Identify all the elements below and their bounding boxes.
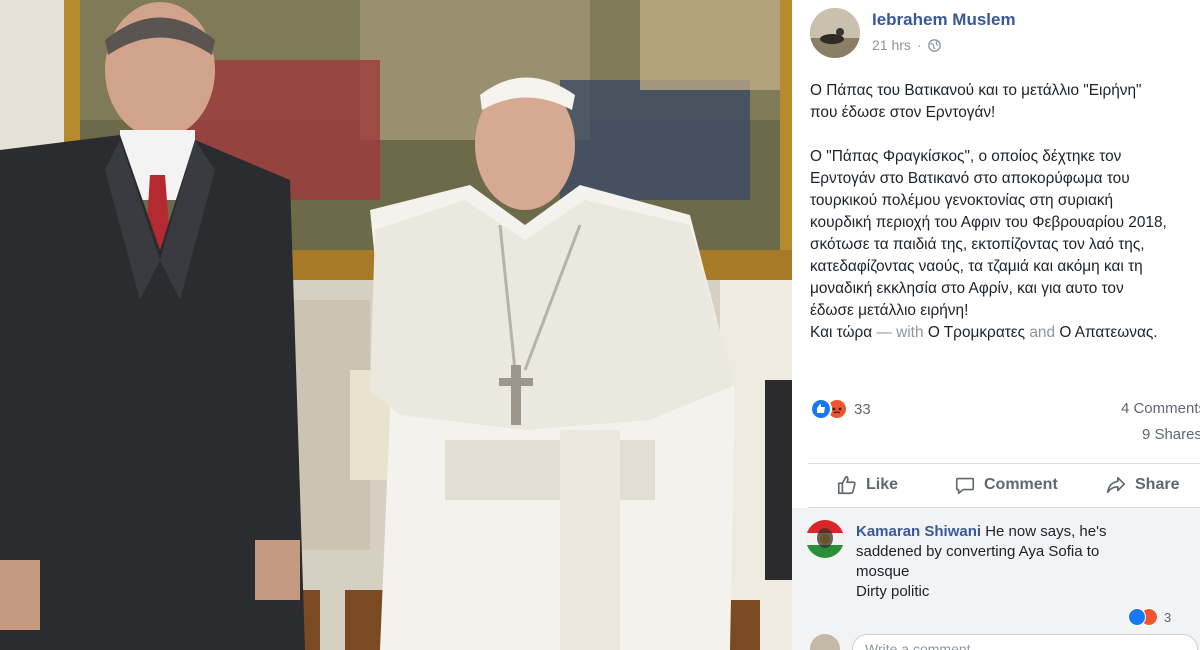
comment-line: Dirty politic [856,583,930,600]
tag-with: — with [876,324,924,341]
tag-prefix: Και τώρα [810,324,873,341]
thumbs-up-icon [837,475,856,495]
comment-button[interactable]: Comment [954,474,1058,496]
current-user-avatar [810,634,840,650]
comment-label: Comment [984,476,1058,493]
comment-line: saddened by converting Aya Sofia to [856,543,1100,560]
reaction-count: 33 [854,400,871,418]
like-icon [810,398,832,420]
post-line: κουρδική περιοχή του Αφριν του Φεβρουαρί… [810,214,1167,231]
comment-bubble: Kamaran Shiwani He now says, he's sadden… [856,522,1196,602]
shares-count[interactable]: 9 Shares [1142,426,1200,443]
like-button[interactable]: Like [836,474,898,496]
commenter-avatar[interactable] [806,520,844,558]
comment-reactions[interactable]: 3 [1128,608,1171,626]
share-button[interactable]: Share [1105,474,1179,496]
meta-separator: · [916,37,922,53]
post-line: Ερντογάν στο Βατικανό στο αποκορύφωμα το… [810,170,1130,187]
share-arrow-icon [1106,476,1126,494]
post-line: έδωσε μετάλλιο ειρήνη! [810,302,969,319]
facebook-post: Iebrahem Muslem 21 hrs · Ο Πάπας του Βατ… [792,0,1200,650]
post-line: μοναδική εκκλησία στο Αφρίν, και για αυτ… [810,280,1124,297]
reaction-summary[interactable]: 33 [810,398,871,420]
comments-section: Kamaran Shiwani He now says, he's sadden… [792,508,1200,650]
photo-illustration [0,0,792,650]
like-label: Like [866,476,899,493]
author-name[interactable]: Iebrahem Muslem [872,10,1016,30]
post-meta: 21 hrs · [872,37,941,53]
comment-bubble-icon [955,477,975,495]
post-header: Iebrahem Muslem 21 hrs · [792,0,1200,70]
reply-row: Write a comment... [792,632,1200,650]
like-icon [1128,608,1146,626]
post-paragraph-1: Ο Πάπας του Βατικανού και το μετάλλιο "Ε… [810,80,1198,124]
post-line: σκότωσε τα παιδιά της, εκτοπίζοντας τον … [810,236,1145,253]
post-line: τουρκικού πολέμου γενοκτονίας στη συριακ… [810,192,1114,209]
post-line: Ο "Πάπας Φραγκίσκος", ο οποίος δέχτηκε τ… [810,148,1122,165]
post-paragraph-2: Ο "Πάπας Φραγκίσκος", ο οποίος δέχτηκε τ… [810,146,1198,344]
commenter-name[interactable]: Kamaran Shiwani [856,523,981,540]
post-actions: Like Comment Share [792,464,1200,507]
post-line: κατεδαφίζοντας ναούς, τα τζαμιά και ακόμ… [810,258,1143,275]
globe-icon[interactable] [927,38,941,52]
share-label: Share [1135,476,1180,493]
comments-count[interactable]: 4 Comments [1121,400,1200,417]
post-line: που έδωσε στον Ερντογάν! [810,104,996,121]
comment-line: He now says, he's [985,523,1107,540]
tagged-person-1[interactable]: Ο Τρομκρατες [928,324,1025,341]
comment-reaction-count: 3 [1164,609,1172,625]
comment-line: mosque [856,563,910,580]
post-photo[interactable] [0,0,792,650]
post-time[interactable]: 21 hrs [872,37,911,53]
author-avatar[interactable] [810,8,860,58]
tagged-person-2[interactable]: Ο Απατεωνας. [1059,324,1157,341]
post-body: Ο Πάπας του Βατικανού και το μετάλλιο "Ε… [810,80,1198,344]
post-line: Ο Πάπας του Βατικανού και το μετάλλιο "Ε… [810,82,1142,99]
comment-input[interactable]: Write a comment... [852,634,1198,650]
tag-and: and [1029,324,1056,341]
